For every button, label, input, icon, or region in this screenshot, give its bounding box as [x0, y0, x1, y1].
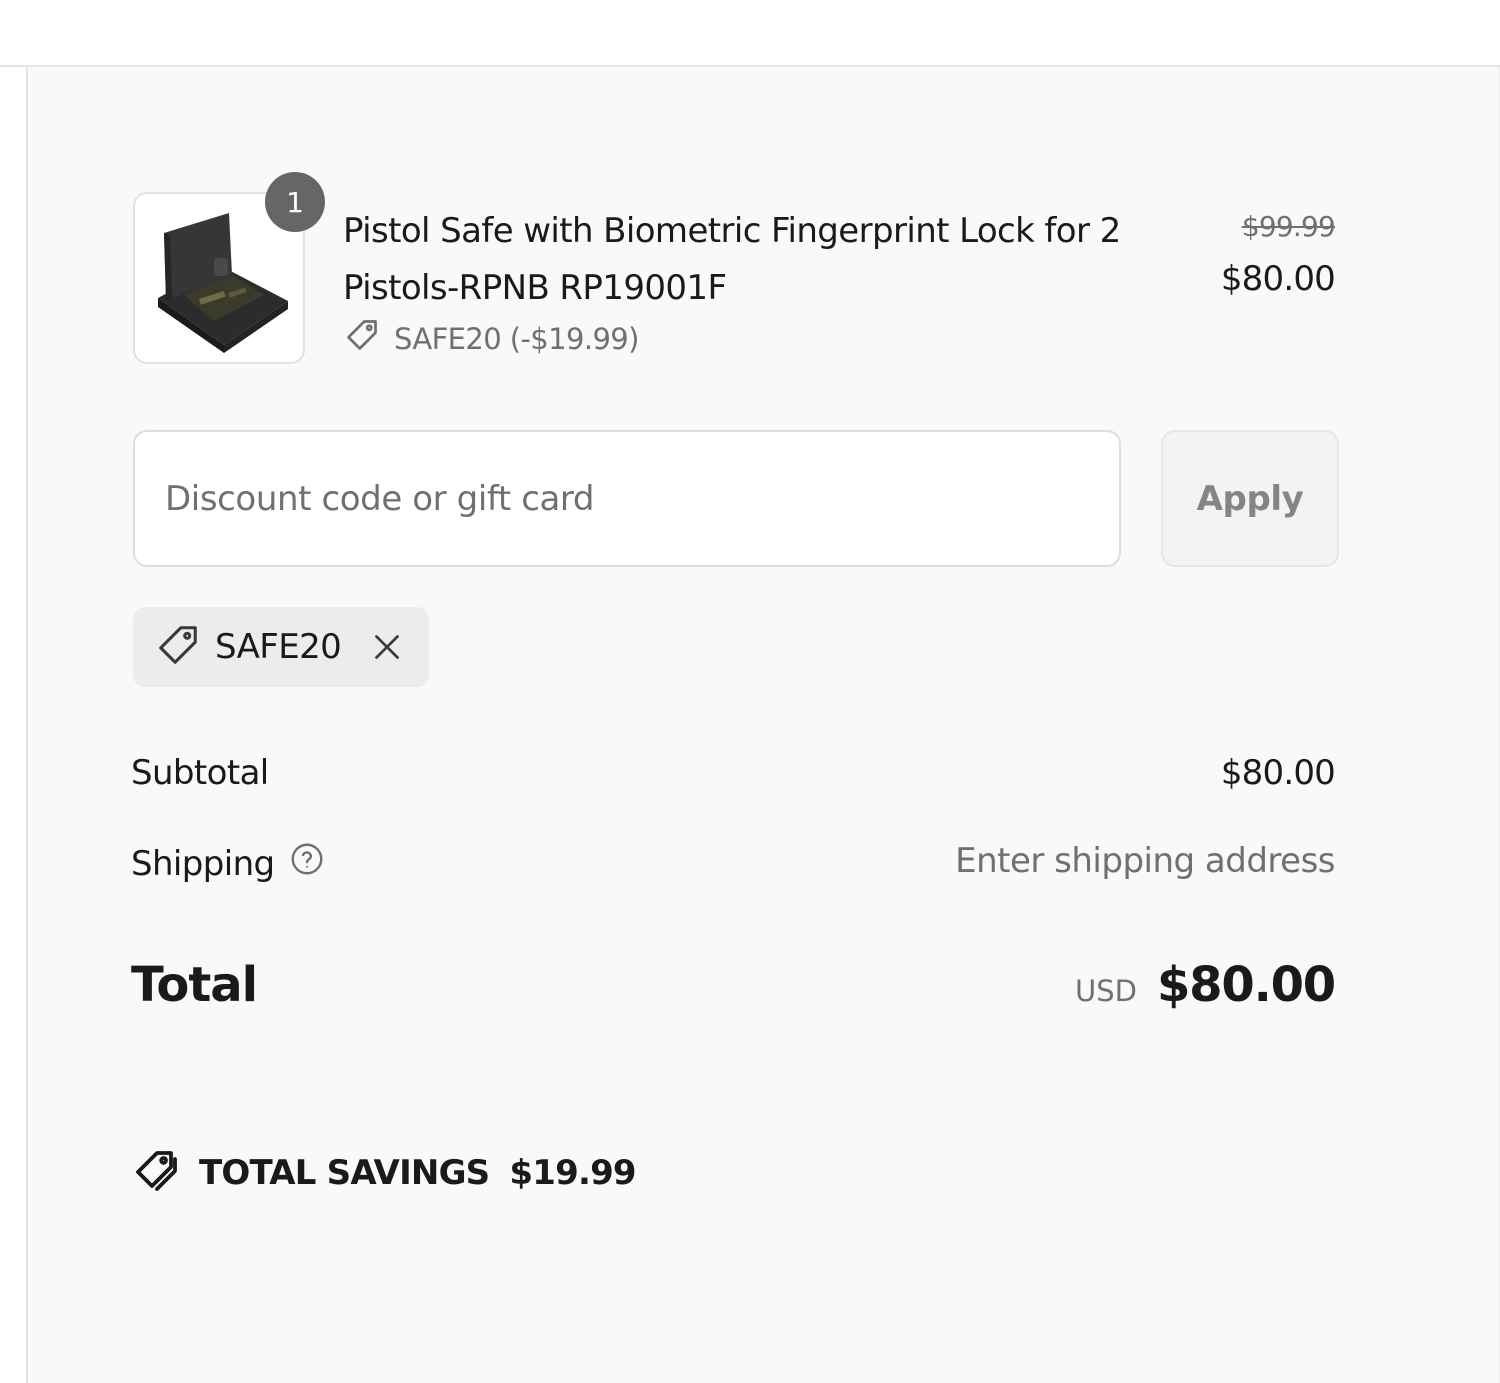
line-item-discount: SAFE20 (-$19.99) [344, 317, 639, 360]
shipping-value: Enter shipping address [955, 841, 1335, 881]
discount-code-input[interactable] [133, 430, 1121, 567]
quantity-badge: 1 [265, 172, 325, 232]
total-value: USD $80.00 [1075, 957, 1336, 1013]
order-summary-panel: 1 Pistol Safe with Biometric Fingerprint… [26, 67, 1500, 1383]
product-thumbnail-wrapper: 1 [133, 172, 325, 364]
total-label: Total [131, 957, 258, 1013]
total-savings-amount: $19.99 [509, 1153, 636, 1193]
subtotal-label: Subtotal [131, 753, 269, 793]
savings-tag-icon [133, 1147, 181, 1199]
subtotal-value: $80.00 [1220, 753, 1336, 793]
close-icon[interactable] [369, 629, 405, 665]
tag-icon [344, 317, 380, 360]
pistol-safe-image [158, 213, 288, 353]
help-icon[interactable] [289, 841, 325, 886]
line-item-discount-text: SAFE20 (-$19.99) [394, 321, 639, 356]
total-savings: TOTAL SAVINGS $19.99 [133, 1147, 637, 1199]
header-bar [0, 0, 1500, 67]
total-savings-label: TOTAL SAVINGS [199, 1153, 490, 1193]
product-title: Pistol Safe with Biometric Fingerprint L… [343, 211, 1121, 308]
sale-price: $80.00 [1220, 259, 1336, 299]
total-amount: $80.00 [1156, 957, 1336, 1013]
applied-discount-chip: SAFE20 [133, 607, 429, 687]
original-price: $99.99 [1241, 210, 1336, 243]
shipping-row-label: Shipping [131, 841, 325, 886]
apply-button[interactable]: Apply [1161, 430, 1339, 567]
shipping-label: Shipping [131, 843, 275, 884]
tag-icon [155, 622, 201, 672]
currency-code: USD [1075, 974, 1137, 1008]
applied-code-label: SAFE20 [215, 627, 342, 667]
price-block: $99.99 $80.00 [1220, 209, 1336, 309]
